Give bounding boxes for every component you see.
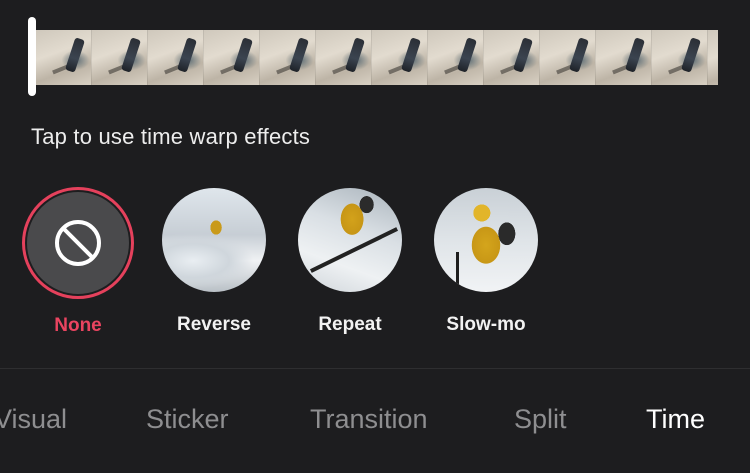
time-effects-panel: Tap to use time warp effects None Revers… (0, 0, 750, 473)
effect-thumbnail-repeat (298, 188, 402, 292)
selected-ring (22, 187, 134, 299)
effect-thumbnail-reverse (162, 188, 266, 292)
none-icon (55, 220, 101, 266)
timeline-frame (372, 30, 428, 85)
editor-tab-bar: Visual Sticker Transition Split Time (0, 404, 750, 444)
effect-option-reverse[interactable]: Reverse (158, 188, 270, 336)
effect-label-none: None (54, 315, 102, 336)
timeline-frame (36, 30, 92, 85)
timeline-frame (708, 30, 718, 85)
tab-visual[interactable]: Visual (0, 404, 67, 435)
timeline-frame (652, 30, 708, 85)
timeline-frame (92, 30, 148, 85)
divider (0, 368, 750, 369)
timeline-frame (148, 30, 204, 85)
effect-thumbnail-slow-mo (434, 188, 538, 292)
timeline-frame (428, 30, 484, 85)
effect-option-slow-mo[interactable]: Slow-mo (430, 188, 542, 336)
tab-sticker[interactable]: Sticker (146, 404, 229, 435)
tab-time[interactable]: Time (646, 404, 705, 435)
effect-label-repeat: Repeat (318, 314, 382, 335)
timeline-frame (484, 30, 540, 85)
video-timeline[interactable] (36, 30, 718, 85)
timeline-frame (596, 30, 652, 85)
timeline-frame (540, 30, 596, 85)
timeline-frame (204, 30, 260, 85)
tab-transition[interactable]: Transition (310, 404, 428, 435)
timeline-frame (316, 30, 372, 85)
hint-text: Tap to use time warp effects (31, 124, 311, 149)
timeline-frame (260, 30, 316, 85)
timeline-playhead[interactable] (28, 17, 36, 96)
effect-option-none[interactable]: None (22, 187, 134, 337)
effect-label-slow-mo: Slow-mo (446, 314, 526, 335)
effect-label-reverse: Reverse (177, 314, 251, 335)
tab-split[interactable]: Split (514, 404, 567, 435)
effect-option-repeat[interactable]: Repeat (294, 188, 406, 336)
effect-thumbnail-none (27, 192, 129, 294)
